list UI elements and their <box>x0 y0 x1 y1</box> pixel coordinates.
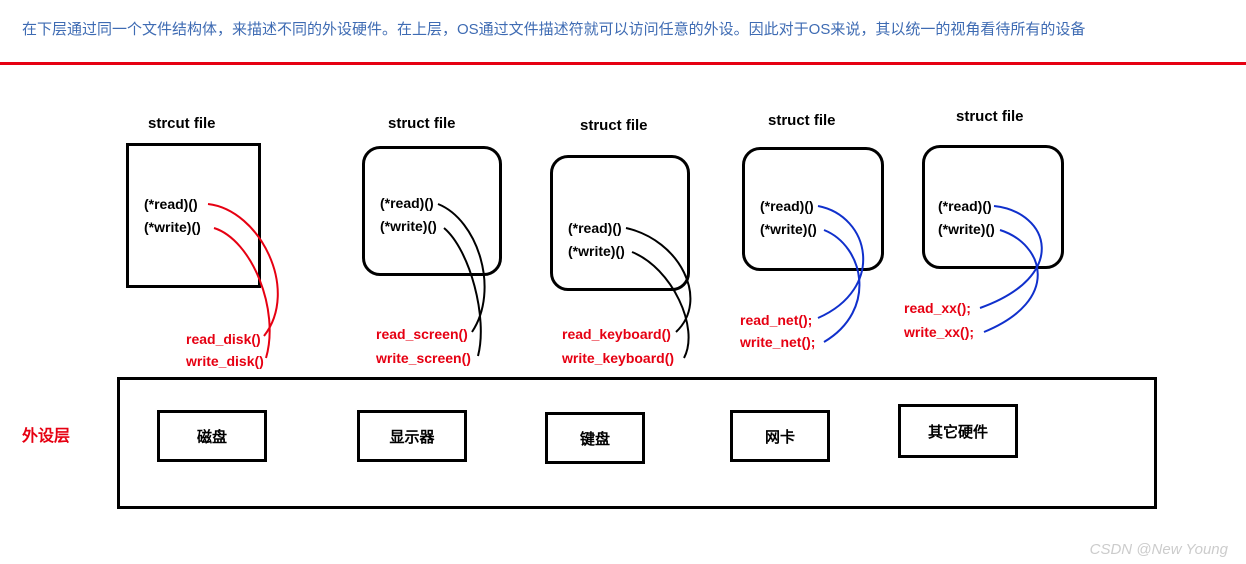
drv-read-1: read_screen() <box>376 326 468 342</box>
drv-write-4: write_xx(); <box>904 324 974 340</box>
read-ptr-0: (*read)() <box>144 196 198 212</box>
read-ptr-4: (*read)() <box>938 198 992 214</box>
drv-write-1: write_screen() <box>376 350 471 366</box>
device-4: 其它硬件 <box>898 404 1018 458</box>
struct-label-2: struct file <box>580 117 648 134</box>
device-2: 键盘 <box>545 412 645 464</box>
read-ptr-2: (*read)() <box>568 220 622 236</box>
read-ptr-3: (*read)() <box>760 198 814 214</box>
drv-write-2: write_keyboard() <box>562 350 674 366</box>
drv-read-2: read_keyboard() <box>562 326 671 342</box>
layer-label: 外设层 <box>22 422 70 446</box>
write-ptr-2: (*write)() <box>568 243 625 259</box>
read-ptr-1: (*read)() <box>380 195 434 211</box>
drv-read-3: read_net(); <box>740 312 812 328</box>
write-ptr-3: (*write)() <box>760 221 817 237</box>
watermark: CSDN @New Young <box>1090 541 1228 558</box>
struct-box-1 <box>362 146 502 276</box>
struct-label-4: struct file <box>956 108 1024 125</box>
drv-write-3: write_net(); <box>740 334 815 350</box>
struct-label-0: strcut file <box>148 115 216 132</box>
struct-label-3: struct file <box>768 112 836 129</box>
drv-read-4: read_xx(); <box>904 300 971 316</box>
divider-red <box>0 62 1246 65</box>
caption-text: 在下层通过同一个文件结构体，来描述不同的外设硬件。在上层，OS通过文件描述符就可… <box>22 18 1085 39</box>
device-1: 显示器 <box>357 410 467 462</box>
struct-box-0 <box>126 143 261 288</box>
write-ptr-4: (*write)() <box>938 221 995 237</box>
write-ptr-1: (*write)() <box>380 218 437 234</box>
write-ptr-0: (*write)() <box>144 219 201 235</box>
drv-read-0: read_disk() <box>186 331 261 347</box>
device-0: 磁盘 <box>157 410 267 462</box>
struct-label-1: struct file <box>388 115 456 132</box>
device-3: 网卡 <box>730 410 830 462</box>
drv-write-0: write_disk() <box>186 353 264 369</box>
